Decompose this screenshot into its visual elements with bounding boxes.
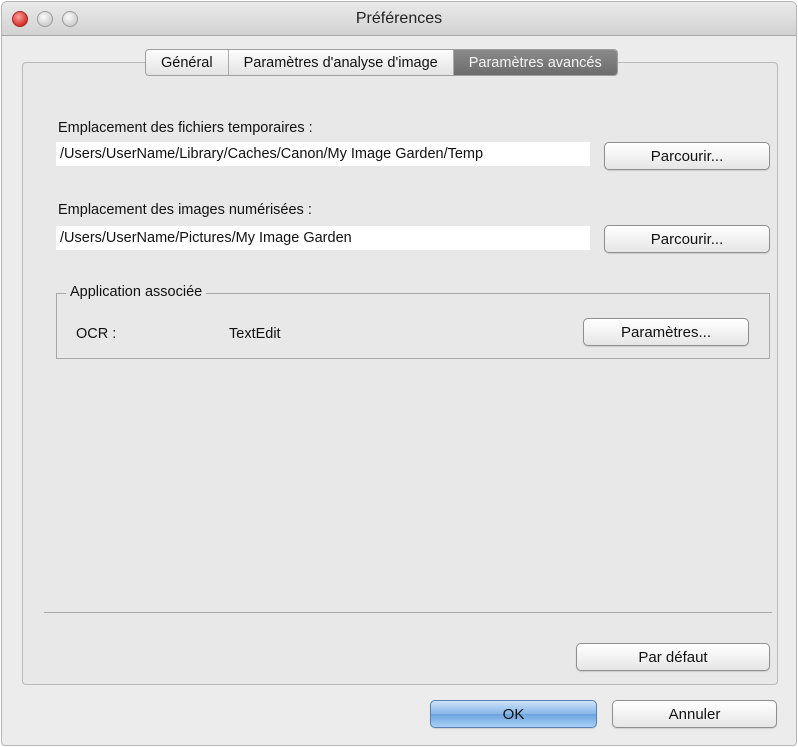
- scanned-images-browse-button[interactable]: Parcourir...: [604, 225, 770, 253]
- window-title: Préférences: [355, 10, 443, 27]
- ocr-application-value: TextEdit: [229, 326, 281, 342]
- associated-application-legend: Application associée: [66, 284, 207, 300]
- scanned-images-path-field[interactable]: [56, 226, 590, 250]
- cancel-button[interactable]: Annuler: [612, 700, 777, 728]
- ok-button[interactable]: OK: [430, 700, 597, 728]
- tab-image-analysis-settings[interactable]: Paramètres d'analyse d'image: [229, 50, 454, 75]
- defaults-button[interactable]: Par défaut: [576, 643, 770, 671]
- ocr-settings-button[interactable]: Paramètres...: [583, 318, 749, 346]
- tab-bar: Général Paramètres d'analyse d'image Par…: [145, 49, 618, 76]
- tab-advanced-settings[interactable]: Paramètres avancés: [453, 50, 617, 75]
- divider: [44, 612, 772, 613]
- scanned-images-label: Emplacement des images numérisées :: [58, 202, 312, 218]
- title-bar[interactable]: Préférences: [2, 2, 796, 36]
- temp-files-label: Emplacement des fichiers temporaires :: [58, 120, 313, 136]
- temp-files-browse-button[interactable]: Parcourir...: [604, 142, 770, 170]
- tab-general[interactable]: Général: [146, 50, 229, 75]
- temp-files-path-field[interactable]: [56, 142, 590, 166]
- ocr-label: OCR :: [76, 326, 117, 342]
